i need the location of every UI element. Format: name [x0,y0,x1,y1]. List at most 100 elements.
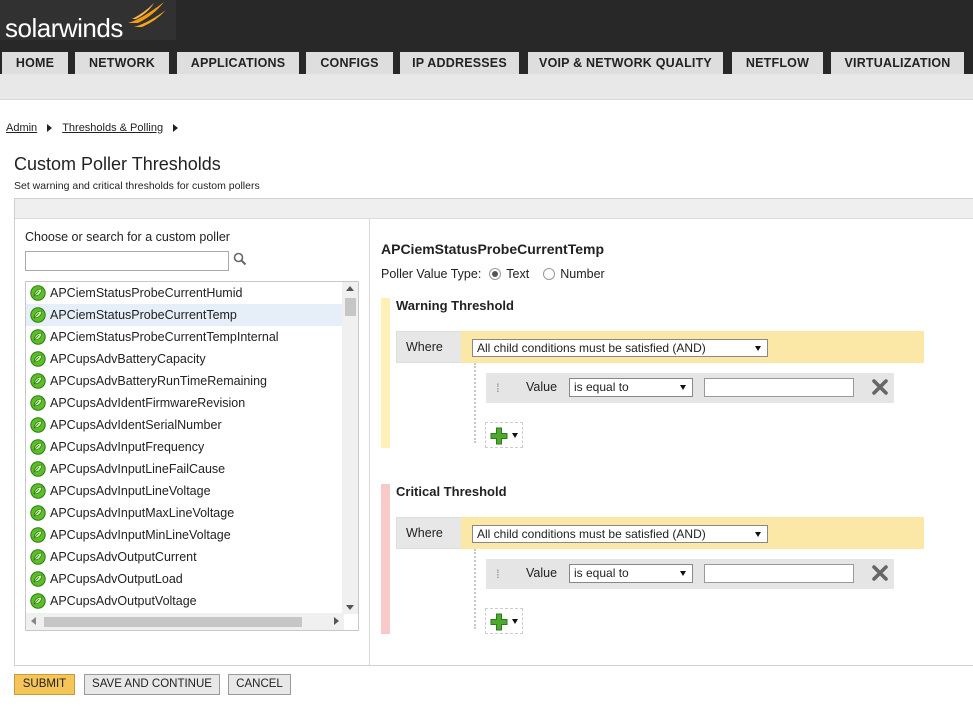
nav-tab-network[interactable]: NETWORK [75,52,169,74]
top-bar: solarwinds [0,0,973,50]
poller-status-icon [30,461,46,477]
chevron-down-icon [680,571,686,576]
nav-tab-home[interactable]: HOME [2,52,68,74]
poller-list-item[interactable]: APCupsAdvOutputVoltage [26,590,342,612]
nav-tab-configs[interactable]: CONFIGS [306,52,393,74]
poller-list-item[interactable]: APCupsAdvInputLineFailCause [26,458,342,480]
submit-button[interactable]: SUBMIT [14,674,75,695]
delete-icon[interactable] [870,377,890,397]
operator-select[interactable]: is equal to [569,564,693,583]
value-type-number-label[interactable]: Number [560,267,604,281]
breadcrumb-admin[interactable]: Admin [6,122,37,134]
poller-status-icon [30,505,46,521]
poller-list[interactable]: APCiemStatusProbeCurrentHumid APCiemStatu… [25,281,359,631]
value-condition-row: ⁞⁞ Value is equal to [486,373,894,403]
tree-connector [474,363,476,443]
value-input[interactable] [704,564,854,583]
poller-search-input[interactable] [25,251,229,271]
poller-chooser: Choose or search for a custom poller APC… [15,219,370,665]
selected-poller-title: APCiemStatusProbeCurrentTemp [381,241,605,257]
poller-list-item[interactable]: APCupsAdvInputMinLineVoltage [26,524,342,546]
main-nav: HOME NETWORK APPLICATIONS CONFIGS IP ADD… [0,50,973,74]
tree-connector [474,549,476,629]
warning-color-bar [381,298,390,448]
add-condition-button[interactable] [485,608,523,634]
nav-tab-virtualization[interactable]: VIRTUALIZATION [831,52,964,74]
condition-select[interactable]: All child conditions must be satisfied (… [472,525,768,543]
solarwinds-logo[interactable]: solarwinds [0,0,176,43]
poller-list-item[interactable]: APCupsAdvInputFrequency [26,436,342,458]
value-type-number-radio[interactable] [543,268,556,280]
poller-name: APCupsAdvInputFrequency [50,440,205,454]
value-type-text-radio[interactable] [489,268,502,280]
nav-tab-ip-addresses[interactable]: IP ADDRESSES [400,52,519,74]
nav-tab-netflow[interactable]: NETFLOW [732,52,823,74]
scroll-up-icon[interactable] [346,286,354,291]
scroll-down-icon[interactable] [346,605,354,610]
save-and-continue-button[interactable]: SAVE AND CONTINUE [84,674,220,695]
poller-name: APCupsAdvBatteryCapacity [50,352,206,366]
condition-select-value: All child conditions must be satisfied (… [477,341,706,355]
breadcrumb-arrow-icon [47,124,53,133]
poller-list-item[interactable]: APCupsAdvOutputLoad [26,568,342,590]
chevron-down-icon [680,385,686,390]
poller-status-icon [30,483,46,499]
vertical-scrollbar[interactable] [342,282,358,614]
poller-status-icon [30,593,46,609]
scroll-right-icon[interactable] [334,617,339,625]
poller-list-item[interactable]: APCupsAdvIdentFirmwareRevision [26,392,342,414]
value-condition-row: ⁞⁞ Value is equal to [486,559,894,589]
condition-select-value: All child conditions must be satisfied (… [477,527,706,541]
value-type-label: Poller Value Type: [381,267,482,281]
scroll-thumb[interactable] [44,617,302,627]
drag-handle-icon[interactable]: ⁞⁞ [496,567,499,581]
poller-status-icon [30,395,46,411]
poller-list-item[interactable]: APCupsAdvBatteryCapacity [26,348,342,370]
horizontal-scrollbar[interactable] [26,613,344,630]
search-icon[interactable] [233,252,247,266]
poller-status-icon [30,307,46,323]
poller-name: APCupsAdvInputLineFailCause [50,462,226,476]
page-title: Custom Poller Thresholds [14,154,221,174]
poller-name: APCupsAdvBatteryRunTimeRemaining [50,374,267,388]
condition-group: All child conditions must be satisfied (… [461,517,924,549]
poller-list-item[interactable]: APCiemStatusProbeCurrentTempInternal [26,326,342,348]
where-label: Where [396,331,462,363]
poller-name: APCupsAdvOutputLoad [50,572,183,586]
poller-list-item[interactable]: APCupsAdvInputLineVoltage [26,480,342,502]
nav-tab-voip[interactable]: VOIP & NETWORK QUALITY [528,52,723,74]
chevron-down-icon [755,532,761,537]
poller-list-item[interactable]: APCupsAdvOutputCurrent [26,546,342,568]
value-type-text-label[interactable]: Text [506,267,529,281]
plus-icon [490,427,508,445]
poller-status-icon [30,329,46,345]
critical-color-bar [381,484,390,634]
value-input[interactable] [704,378,854,397]
poller-list-item[interactable]: APCupsAdvBatteryRunTimeRemaining [26,370,342,392]
poller-status-icon [30,373,46,389]
poller-status-icon [30,285,46,301]
drag-handle-icon[interactable]: ⁞⁞ [496,381,499,395]
nav-tab-applications[interactable]: APPLICATIONS [177,52,299,74]
poller-list-item[interactable]: APCupsAdvIdentSerialNumber [26,414,342,436]
where-label: Where [396,517,462,549]
plus-icon [490,613,508,631]
operator-select[interactable]: is equal to [569,378,693,397]
poller-list-item[interactable]: APCiemStatusProbeCurrentTemp [26,304,342,326]
poller-list-item[interactable]: APCiemStatusProbeCurrentHumid [26,282,342,304]
breadcrumb-thresholds-polling[interactable]: Thresholds & Polling [62,122,163,134]
scroll-thumb[interactable] [345,298,356,316]
add-condition-button[interactable] [485,422,523,448]
poller-status-icon [30,571,46,587]
scroll-left-icon[interactable] [31,617,36,625]
poller-status-icon [30,527,46,543]
main-panel: Choose or search for a custom poller APC… [14,198,973,666]
operator-select-value: is equal to [574,566,629,580]
poller-list-item[interactable]: APCupsAdvInputMaxLineVoltage [26,502,342,524]
condition-select[interactable]: All child conditions must be satisfied (… [472,339,768,357]
panel-header [15,199,973,219]
delete-icon[interactable] [870,563,890,583]
threshold-editor: APCiemStatusProbeCurrentTemp Poller Valu… [371,219,973,665]
cancel-button[interactable]: CANCEL [228,674,291,695]
flame-icon [128,2,166,27]
